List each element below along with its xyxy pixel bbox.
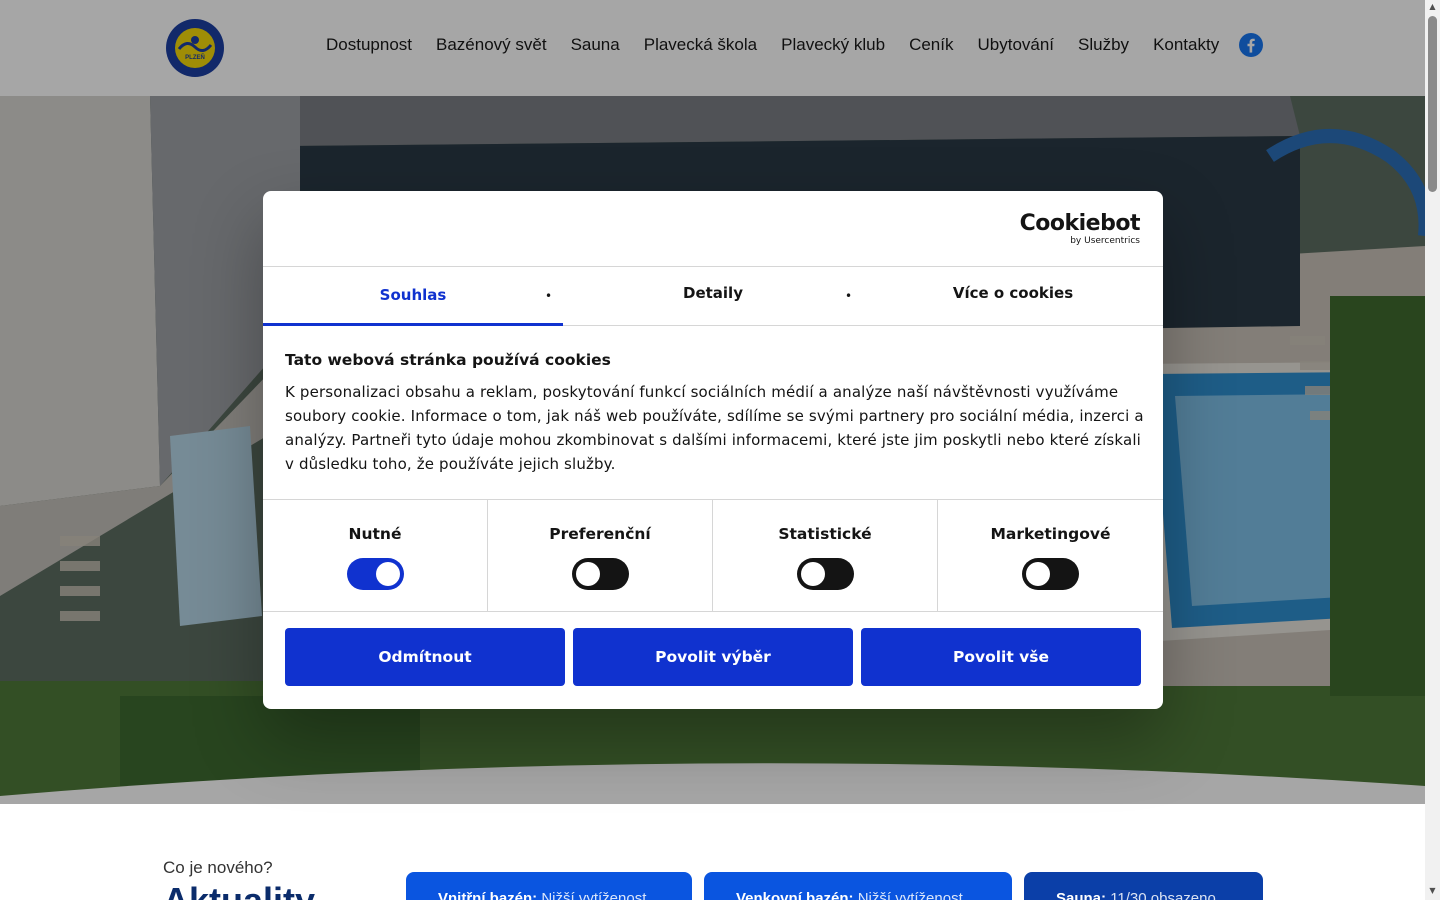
tab-detaily[interactable]: Detaily	[563, 267, 863, 326]
scrollbar-thumb[interactable]	[1428, 16, 1437, 192]
toggle-knob	[575, 562, 600, 586]
toggle-label: Nutné	[348, 525, 402, 543]
toggle-statisticke: Statistické	[713, 500, 938, 612]
toggle-nutne: Nutné	[263, 500, 488, 612]
cookie-description: Tato webová stránka používá cookies K pe…	[285, 351, 1145, 476]
nav-sluzby[interactable]: Služby	[1078, 35, 1129, 55]
toggle-label: Statistické	[778, 525, 872, 543]
toggle-switch-statisticke[interactable]	[796, 558, 854, 590]
tab-vice-o-cookies[interactable]: Více o cookies	[863, 267, 1163, 326]
club-logo[interactable]: PLZEŇ	[165, 18, 225, 78]
site-header: PLZEŇ Dostupnost Bazénový svět Sauna Pla…	[0, 0, 1425, 96]
tab-separator: •	[845, 289, 853, 303]
toggle-knob	[800, 562, 825, 586]
nav-plavecky-klub[interactable]: Plavecký klub	[781, 35, 885, 55]
status-card-value: Nižší vytíženost	[541, 890, 647, 900]
page-scrollbar[interactable]: ▲ ▼	[1425, 0, 1440, 900]
nav-ubytovani[interactable]: Ubytování	[977, 35, 1054, 55]
toggle-switch-preferencni[interactable]	[571, 558, 629, 590]
nav-sauna[interactable]: Sauna	[571, 35, 620, 55]
status-card-outdoor-pool[interactable]: Venkovní bazén: Nižší vytíženost	[704, 872, 1012, 900]
news-title: Aktuality	[163, 880, 315, 900]
nav-bazenovy-svet[interactable]: Bazénový svět	[436, 35, 547, 55]
facebook-icon[interactable]	[1239, 33, 1263, 57]
cookiebot-brand: Cookiebot	[1019, 211, 1141, 236]
status-card-label: Sauna:	[1056, 890, 1107, 900]
status-card-indoor-pool[interactable]: Vnitřní bazén: Nižší vytíženost	[406, 872, 692, 900]
cookiebot-logo[interactable]: Cookiebot by Usercentrics	[1019, 211, 1141, 247]
toggle-label: Marketingové	[990, 525, 1111, 543]
cookie-tabs: Souhlas • Detaily • Více o cookies	[263, 266, 1163, 326]
toggle-knob	[1026, 562, 1050, 586]
main-nav: Dostupnost Bazénový svět Sauna Plavecká …	[326, 33, 1243, 57]
scroll-down-arrow-icon[interactable]: ▼	[1425, 886, 1440, 898]
cookiebot-brand-sub: by Usercentrics	[1070, 236, 1140, 246]
status-card-value: Nižší vytíženost	[857, 890, 963, 900]
status-card-sauna[interactable]: Sauna: 11/30 obsazeno	[1024, 872, 1263, 900]
toggle-preferencni: Preferenční	[488, 500, 713, 612]
nav-plavecka-skola[interactable]: Plavecká škola	[644, 35, 757, 55]
tab-souhlas[interactable]: Souhlas	[263, 267, 563, 326]
cookie-consent-dialog: Cookiebot by Usercentrics Souhlas • Deta…	[263, 191, 1163, 709]
nav-dostupnost[interactable]: Dostupnost	[326, 35, 412, 55]
status-card-label: Vnitřní bazén:	[438, 890, 538, 900]
nav-cenik[interactable]: Ceník	[909, 35, 953, 55]
cookie-heading: Tato webová stránka používá cookies	[285, 351, 611, 369]
toggle-label: Preferenční	[549, 525, 651, 543]
toggle-switch-nutne[interactable]	[346, 558, 404, 590]
consent-toggles: Nutné Preferenční Statistické Marketingo…	[263, 499, 1163, 612]
status-card-value: 11/30 obsazeno	[1110, 890, 1216, 900]
toggle-knob	[375, 562, 400, 586]
deny-button[interactable]: Odmítnout	[285, 628, 565, 686]
svg-text:PLZEŇ: PLZEŇ	[185, 53, 205, 61]
tab-separator: •	[545, 289, 553, 303]
scroll-up-arrow-icon[interactable]: ▲	[1425, 2, 1440, 14]
cookie-body-text: K personalizaci obsahu a reklam, poskyto…	[285, 383, 1144, 473]
allow-selection-button[interactable]: Povolit výběr	[573, 628, 853, 686]
nav-kontakty[interactable]: Kontakty	[1153, 35, 1219, 55]
cookie-buttons: Odmítnout Povolit výběr Povolit vše	[285, 628, 1141, 686]
toggle-marketingove: Marketingové	[938, 500, 1163, 612]
status-card-label: Venkovní bazén:	[736, 890, 854, 900]
allow-all-button[interactable]: Povolit vše	[861, 628, 1141, 686]
news-kicker: Co je nového?	[163, 858, 273, 877]
toggle-switch-marketingove[interactable]	[1022, 558, 1079, 590]
